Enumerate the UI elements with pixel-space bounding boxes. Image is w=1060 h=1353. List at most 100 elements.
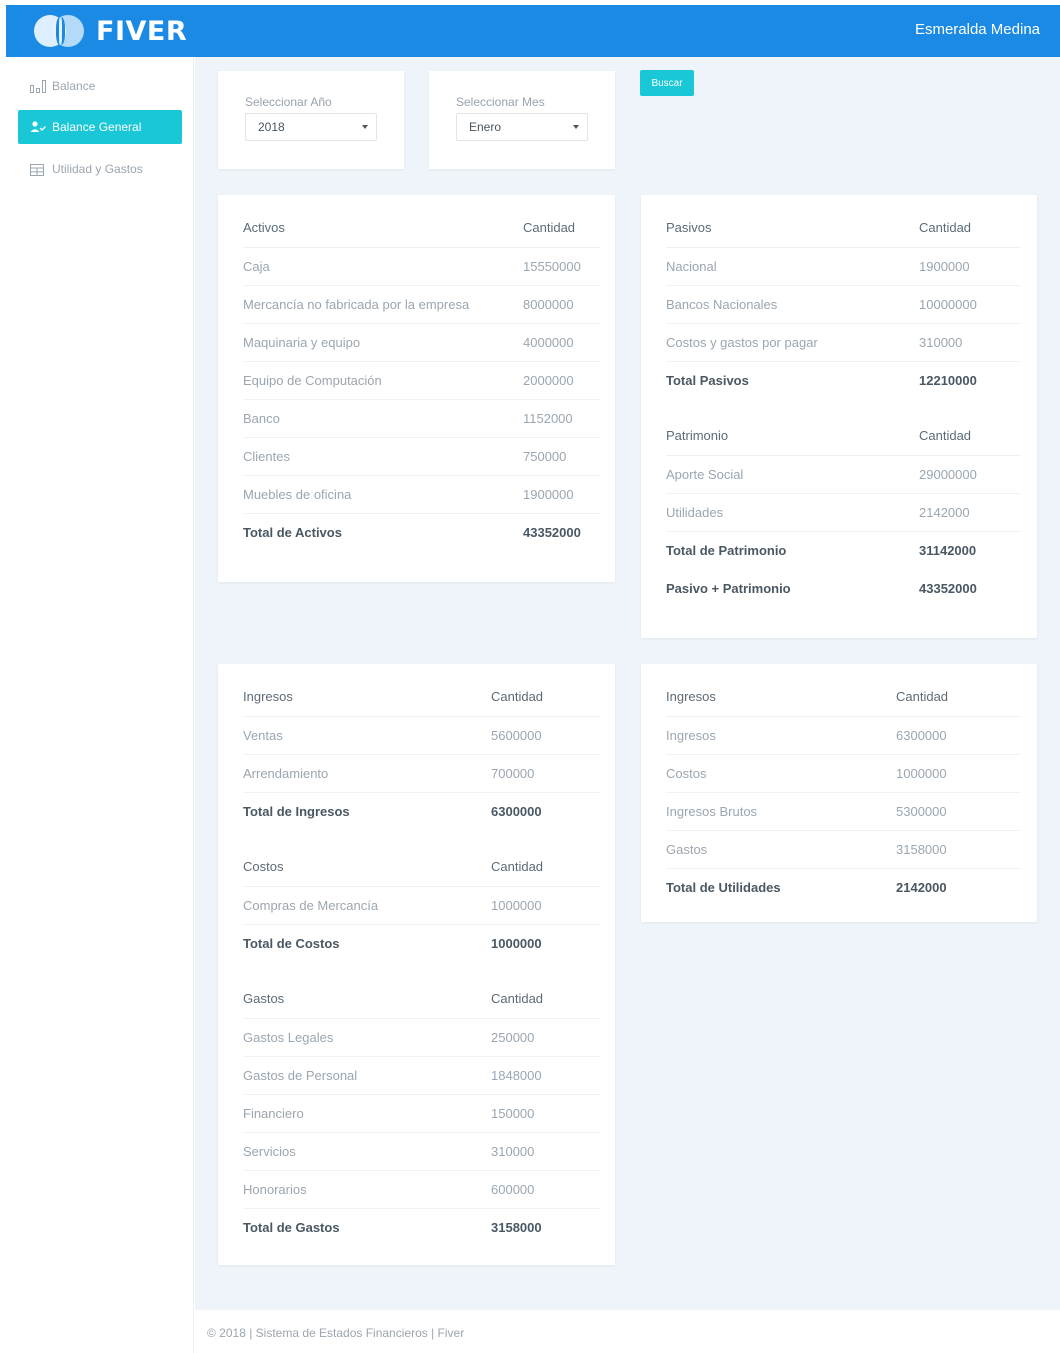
table-header-row: Activos Cantidad <box>243 209 600 248</box>
row-amount: 31142000 <box>919 542 977 558</box>
row-amount: 2142000 <box>896 879 947 895</box>
row-amount: 2142000 <box>919 493 1021 532</box>
caret-down-icon <box>362 125 368 129</box>
row-label: Pasivos <box>666 209 919 248</box>
row-label: Maquinaria y equipo <box>243 323 523 362</box>
row-amount: 1000000 <box>491 886 600 925</box>
table-row: Muebles de oficina 1900000 <box>243 475 600 514</box>
row-amount: 1000000 <box>896 754 1021 793</box>
sidebar-item-balance-general[interactable]: Balance General <box>18 110 182 144</box>
utilidades-table: Ingresos Cantidad Ingresos 6300000 Costos 100… <box>666 678 1021 906</box>
month-select-value: Enero <box>469 120 502 134</box>
row-amount: 700000 <box>491 754 600 793</box>
row-label: Banco <box>243 399 523 438</box>
row-amount: 250000 <box>491 1018 600 1057</box>
total-row: Total Pasivos 12210000 <box>666 361 1021 399</box>
row-label: Ingresos Brutos <box>666 792 896 831</box>
row-amount: Cantidad <box>491 678 600 717</box>
row-amount: Cantidad <box>491 980 600 1019</box>
table-row: Gastos de Personal 1848000 <box>243 1056 600 1095</box>
bar-chart-icon <box>30 79 46 93</box>
row-label: Total de Ingresos <box>243 803 350 819</box>
section-spacer <box>243 962 600 980</box>
row-label: Patrimonio <box>666 417 919 456</box>
user-check-icon <box>30 120 46 134</box>
row-label: Arrendamiento <box>243 754 491 793</box>
row-label: Honorarios <box>243 1170 491 1209</box>
month-select-label: Seleccionar Mes <box>456 95 545 109</box>
row-amount: Cantidad <box>896 678 1021 717</box>
row-amount: 5600000 <box>491 716 600 755</box>
table-header-row: Ingresos Cantidad <box>666 678 1021 717</box>
table-row: Clientes 750000 <box>243 437 600 476</box>
row-amount: 1848000 <box>491 1056 600 1095</box>
table-row: Equipo de Computación 2000000 <box>243 361 600 400</box>
section-spacer <box>243 830 600 848</box>
row-amount: 43352000 <box>919 580 977 596</box>
ingresos-costos-gastos-table: Ingresos Cantidad Ventas 5600000 Arrendamien… <box>243 678 600 1246</box>
row-label: Muebles de oficina <box>243 475 523 514</box>
sidebar: Balance Balance General Utilidad y Gasto… <box>6 57 194 1353</box>
year-select-label: Seleccionar Año <box>245 95 332 109</box>
row-amount: 43352000 <box>523 524 581 540</box>
sidebar-item-label: Balance <box>52 79 96 93</box>
table-row: Gastos Legales 250000 <box>243 1018 600 1057</box>
row-label: Servicios <box>243 1132 491 1171</box>
row-amount: 150000 <box>491 1094 600 1133</box>
row-label: Compras de Mercancía <box>243 886 491 925</box>
row-amount: 1900000 <box>919 247 1021 286</box>
row-amount: 600000 <box>491 1170 600 1209</box>
row-amount: 15550000 <box>523 247 600 286</box>
table-row: Ingresos 6300000 <box>666 716 1021 755</box>
row-label: Financiero <box>243 1094 491 1133</box>
year-filter-card: Seleccionar Año 2018 <box>218 71 404 169</box>
row-amount: 29000000 <box>919 455 1021 494</box>
row-amount: 6300000 <box>491 803 542 819</box>
grand-total-row: Pasivo + Patrimonio 43352000 <box>666 569 1021 607</box>
row-label: Pasivo + Patrimonio <box>666 580 791 596</box>
month-select[interactable]: Enero <box>456 113 588 141</box>
table-row: Costos y gastos por pagar 310000 <box>666 323 1021 362</box>
row-label: Nacional <box>666 247 919 286</box>
footer-text: © 2018 | Sistema de Estados Financieros … <box>207 1326 465 1340</box>
sidebar-item-utilidad-gastos[interactable]: Utilidad y Gastos <box>18 152 182 186</box>
table-row: Ventas 5600000 <box>243 716 600 755</box>
row-label: Total Pasivos <box>666 372 749 388</box>
search-button[interactable]: Buscar <box>640 70 694 96</box>
table-row: Bancos Nacionales 10000000 <box>666 285 1021 324</box>
row-label: Ingresos <box>666 678 896 717</box>
logo-globe-icon <box>32 13 88 49</box>
brand-logo[interactable]: FIVER <box>32 13 187 49</box>
table-row: Utilidades 2142000 <box>666 493 1021 532</box>
row-amount: 1152000 <box>523 399 600 438</box>
table-row: Gastos 3158000 <box>666 830 1021 869</box>
row-amount: 8000000 <box>523 285 600 324</box>
row-amount: Cantidad <box>919 209 1021 248</box>
year-select[interactable]: 2018 <box>245 113 377 141</box>
table-row: Arrendamiento 700000 <box>243 754 600 793</box>
user-menu[interactable]: Esmeralda Medina <box>915 21 1040 38</box>
sidebar-item-balance[interactable]: Balance <box>18 69 182 103</box>
row-label: Ingresos <box>666 716 896 755</box>
table-row: Costos 1000000 <box>666 754 1021 793</box>
brand-name: FIVER <box>96 15 188 47</box>
row-label: Gastos <box>243 980 491 1019</box>
row-amount: 6300000 <box>896 716 1021 755</box>
table-header-row: Costos Cantidad <box>243 848 600 887</box>
table-header-row: Ingresos Cantidad <box>243 678 600 717</box>
row-amount: 310000 <box>491 1132 600 1171</box>
row-amount: 4000000 <box>523 323 600 362</box>
row-label: Costos <box>243 848 491 887</box>
table-row: Financiero 150000 <box>243 1094 600 1133</box>
table-header-row: Gastos Cantidad <box>243 980 600 1019</box>
row-amount: Cantidad <box>523 209 600 248</box>
table-row: Honorarios 600000 <box>243 1170 600 1209</box>
table-row: Nacional 1900000 <box>666 247 1021 286</box>
table-row: Maquinaria y equipo 4000000 <box>243 323 600 362</box>
total-row: Total de Patrimonio 31142000 <box>666 531 1021 569</box>
row-label: Total de Costos <box>243 935 340 951</box>
row-amount: 12210000 <box>919 372 977 388</box>
row-label: Total de Utilidades <box>666 879 781 895</box>
sidebar-item-label: Balance General <box>52 120 142 134</box>
row-amount: 750000 <box>523 437 600 476</box>
